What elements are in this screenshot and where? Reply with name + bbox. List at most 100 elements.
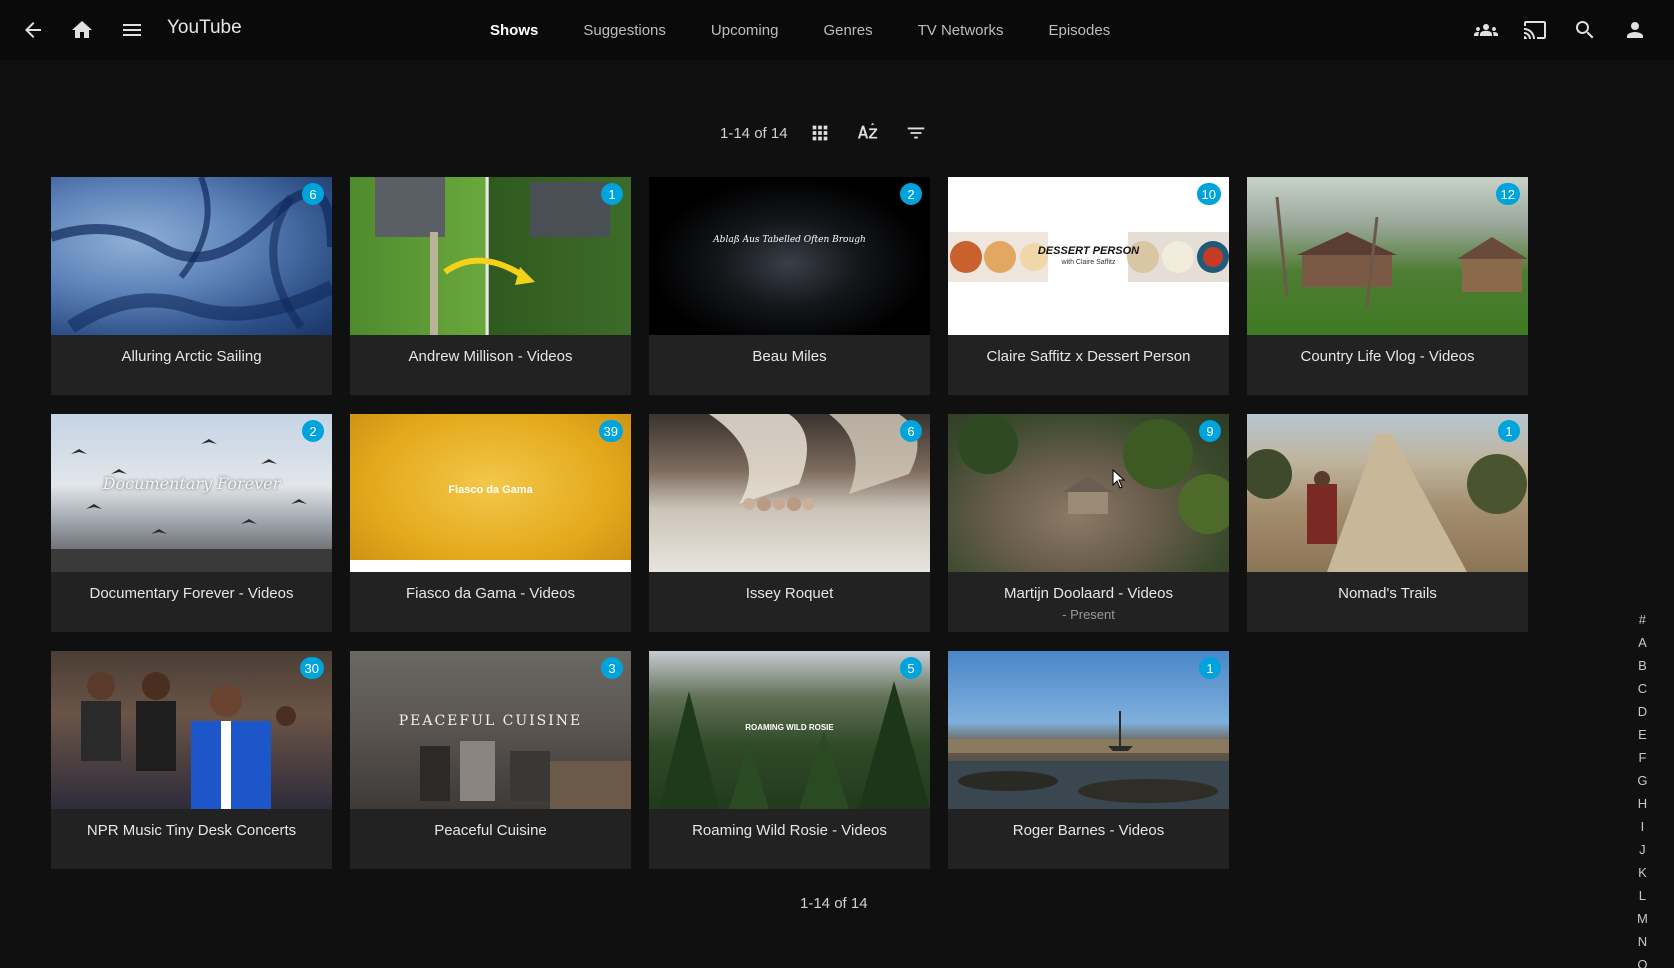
show-title: Beau Miles — [752, 348, 827, 365]
alpha-index-letter[interactable]: M — [1637, 907, 1648, 930]
show-thumbnail: Documentary Forever 2 — [51, 414, 332, 572]
show-title: Roger Barnes - Videos — [1012, 822, 1165, 839]
show-title: Country Life Vlog - Videos — [1300, 348, 1475, 365]
show-card[interactable]: PEACEFUL CUISINE 3 Peaceful Cuisine — [350, 651, 631, 869]
show-title: Andrew Millison - Videos — [408, 348, 573, 365]
alpha-index-letter[interactable]: L — [1639, 884, 1646, 907]
thumbnail-caption: DESSERT PERSON — [1037, 245, 1140, 257]
alpha-index-letter[interactable]: D — [1638, 700, 1647, 723]
episode-count-badge: 6 — [900, 420, 922, 442]
show-thumbnail: 30 — [51, 651, 332, 809]
show-thumbnail: 12 — [1247, 177, 1528, 335]
kitchen-graphic — [420, 741, 631, 809]
alpha-index-letter[interactable]: B — [1638, 654, 1647, 677]
show-thumbnail: 1 — [1247, 414, 1528, 572]
sort-az-icon[interactable] — [850, 117, 886, 149]
show-card[interactable]: 1 Roger Barnes - Videos — [948, 651, 1229, 869]
alpha-index-letter[interactable]: # — [1639, 608, 1646, 631]
mountain-cabin-graphic — [958, 414, 1229, 534]
episode-count-badge: 6 — [302, 183, 324, 205]
tab-shows[interactable]: Shows — [490, 22, 538, 39]
filter-icon[interactable] — [898, 117, 934, 149]
show-thumbnail: DESSERT PERSON with Claire Saffitz 10 — [948, 177, 1229, 335]
show-title: NPR Music Tiny Desk Concerts — [86, 822, 297, 839]
show-thumbnail: Ablaß Aus Tabelled Often Brough 2 — [649, 177, 930, 335]
tab-episodes[interactable]: Episodes — [1049, 22, 1111, 39]
thumbnail-caption: PEACEFUL CUISINE — [398, 713, 583, 729]
episode-count-badge: 30 — [299, 657, 324, 679]
show-card[interactable]: 6 Alluring Arctic Sailing — [51, 177, 332, 395]
show-card[interactable]: 9 Martijn Doolaard - Videos - Present — [948, 414, 1229, 632]
aerial-house-graphic — [375, 177, 610, 335]
show-title: Martijn Doolaard - Videos — [1004, 585, 1173, 602]
top-app-bar: YouTube Shows Suggestions Upcoming Genre… — [0, 0, 1674, 60]
shows-grid: 6 Alluring Arctic Sailing 1 Andrew Milli… — [51, 177, 1528, 869]
show-thumbnail: 1 — [948, 651, 1229, 809]
tab-upcoming[interactable]: Upcoming — [711, 22, 779, 39]
episode-count-badge: 5 — [900, 657, 922, 679]
episode-count-badge: 9 — [1199, 420, 1221, 442]
episode-count-badge: 12 — [1495, 183, 1520, 205]
tab-tv-networks[interactable]: TV Networks — [918, 22, 1004, 39]
episode-count-badge: 2 — [302, 420, 324, 442]
alphabet-index: # A B C D E F G H I J K L M N O — [1637, 608, 1648, 968]
show-thumbnail: PEACEFUL CUISINE 3 — [350, 651, 631, 809]
show-title: Documentary Forever - Videos — [89, 585, 294, 602]
show-card[interactable]: DESSERT PERSON with Claire Saffitz 10 Cl… — [948, 177, 1229, 395]
show-thumbnail: ROAMING WILD ROSIE 5 — [649, 651, 930, 809]
show-title: Roaming Wild Rosie - Videos — [692, 822, 887, 839]
episode-count-badge: 10 — [1196, 183, 1221, 205]
tab-suggestions[interactable]: Suggestions — [583, 22, 666, 39]
alpha-index-letter[interactable]: I — [1641, 815, 1645, 838]
back-arrow-icon[interactable] — [13, 10, 53, 50]
show-card[interactable]: 30 NPR Music Tiny Desk Concerts — [51, 651, 332, 869]
alpha-index-letter[interactable]: J — [1639, 838, 1646, 861]
show-card[interactable]: ROAMING WILD ROSIE 5 Roaming Wild Rosie … — [649, 651, 930, 869]
show-thumbnail: 1 — [350, 177, 631, 335]
thumbnail-stripe — [350, 560, 631, 572]
ice-pattern-graphic — [51, 177, 332, 333]
show-title: Alluring Arctic Sailing — [121, 348, 262, 365]
group-icon[interactable] — [1466, 10, 1506, 50]
episode-count-badge: 2 — [900, 183, 922, 205]
alpha-index-letter[interactable]: F — [1638, 746, 1646, 769]
shoreline-graphic — [948, 711, 1229, 809]
user-icon[interactable] — [1615, 10, 1655, 50]
search-icon[interactable] — [1565, 10, 1605, 50]
alpha-index-letter[interactable]: N — [1638, 930, 1647, 953]
home-icon[interactable] — [62, 10, 102, 50]
show-card[interactable]: Ablaß Aus Tabelled Often Brough 2 Beau M… — [649, 177, 930, 395]
alpha-index-letter[interactable]: K — [1638, 861, 1647, 884]
countryside-graphic — [1275, 196, 1528, 308]
show-card[interactable]: Fiasco da Gama 39 Fiasco da Gama - Video… — [350, 414, 631, 632]
tab-genres[interactable]: Genres — [823, 22, 872, 39]
musicians-graphic — [81, 672, 296, 809]
show-thumbnail: 6 — [51, 177, 332, 335]
show-card[interactable]: 12 Country Life Vlog - Videos — [1247, 177, 1528, 395]
app-title: YouTube — [167, 17, 242, 38]
show-card[interactable]: 1 Andrew Millison - Videos — [350, 177, 631, 395]
show-card[interactable]: 1 Nomad's Trails — [1247, 414, 1528, 632]
cast-icon[interactable] — [1515, 10, 1555, 50]
alpha-index-letter[interactable]: H — [1638, 792, 1647, 815]
footer-result-count: 1-14 of 14 — [800, 895, 868, 912]
alpha-index-letter[interactable]: E — [1638, 723, 1647, 746]
show-card[interactable]: Documentary Forever 2 Documentary Foreve… — [51, 414, 332, 632]
alpha-index-letter[interactable]: G — [1637, 769, 1647, 792]
result-count: 1-14 of 14 — [720, 124, 788, 142]
menu-icon[interactable] — [112, 10, 152, 50]
show-card[interactable]: 6 Issey Roquet — [649, 414, 930, 632]
thumbnail-caption: Fiasco da Gama — [448, 484, 533, 496]
show-title: Issey Roquet — [745, 585, 834, 602]
thumbnail-subcaption: with Claire Saffitz — [1061, 259, 1116, 266]
show-title: Claire Saffitz x Dessert Person — [986, 348, 1191, 365]
thumbnail-caption: ROAMING WILD ROSIE — [745, 723, 834, 732]
show-subtitle: - Present — [1062, 607, 1115, 622]
show-thumbnail: 6 — [649, 414, 930, 572]
list-toolbar: 1-14 of 14 — [720, 117, 946, 149]
alpha-index-letter[interactable]: O — [1637, 953, 1647, 968]
desert-road-graphic — [1247, 434, 1527, 572]
alpha-index-letter[interactable]: C — [1638, 677, 1647, 700]
alpha-index-letter[interactable]: A — [1638, 631, 1647, 654]
grid-view-icon[interactable] — [802, 117, 838, 149]
